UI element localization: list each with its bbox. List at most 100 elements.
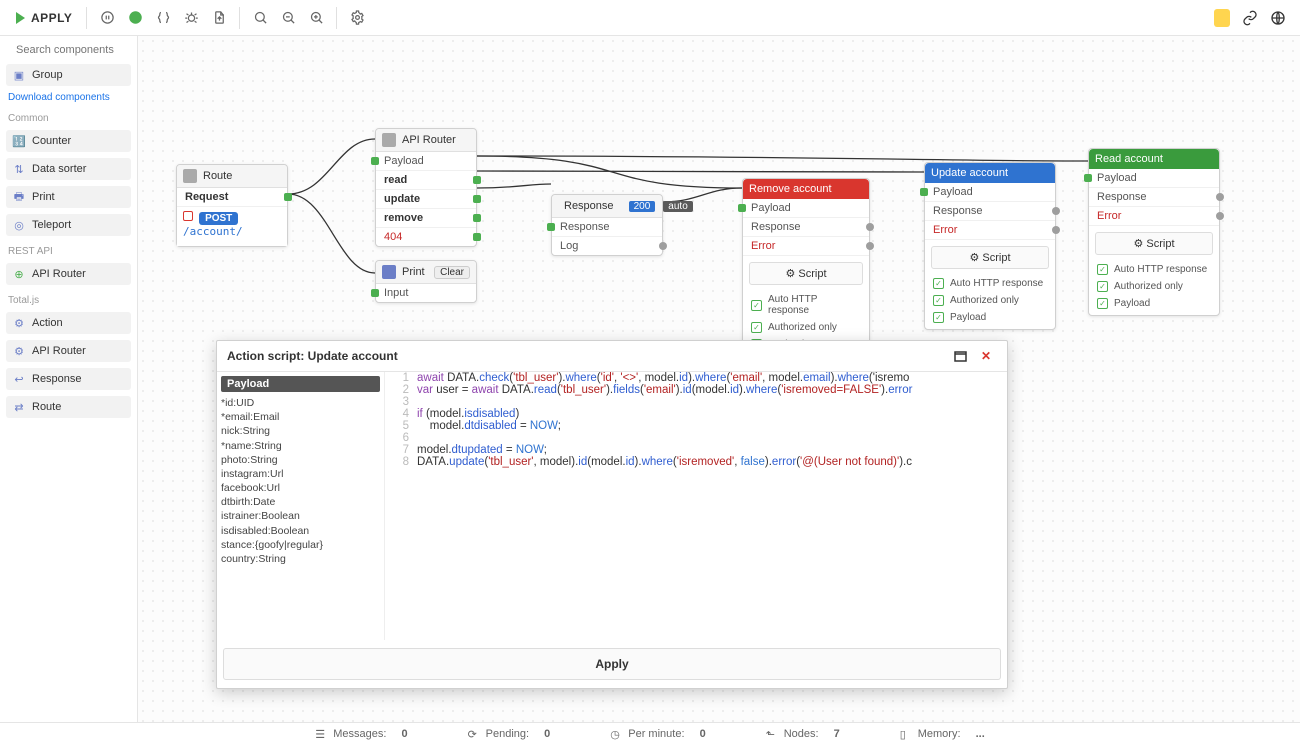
node-row: Response xyxy=(743,218,869,237)
node-row: 404 xyxy=(376,228,476,246)
sidebar-item-route[interactable]: ⇄ Route xyxy=(6,396,131,418)
zoom-fit-icon[interactable] xyxy=(246,4,274,32)
sidebar-item-apirouter2[interactable]: ⚙API Router xyxy=(6,340,131,362)
node-row: Error xyxy=(925,221,1055,240)
node-row: Input xyxy=(376,284,476,302)
sidebar-item-counter[interactable]: 🔢 Counter xyxy=(6,130,131,152)
node-title: Response xyxy=(564,200,614,212)
memory-icon: ▯ xyxy=(900,728,912,740)
sidebar-item-apirouter[interactable]: ⊕ API Router xyxy=(6,263,131,285)
node-row: Request xyxy=(177,188,287,207)
teleport-icon: ◎ xyxy=(12,218,26,232)
link-icon[interactable] xyxy=(1236,4,1264,32)
router-icon xyxy=(382,133,396,147)
sidebar-item-print[interactable]: 🖶Print xyxy=(6,186,131,208)
node-api-router[interactable]: API Router Payload read update remove 40… xyxy=(375,128,477,247)
status-messages: ☰Messages: 0 xyxy=(315,728,407,740)
router-icon: ⊕ xyxy=(12,267,26,281)
sidebar-item-response[interactable]: ↩Response xyxy=(6,368,131,390)
pause-icon[interactable] xyxy=(93,4,121,32)
node-route[interactable]: Route Request POST /account/ xyxy=(176,164,288,247)
clear-button[interactable]: Clear xyxy=(434,266,470,279)
notes-icon[interactable] xyxy=(1208,4,1236,32)
close-icon[interactable]: ✕ xyxy=(975,347,997,365)
settings-icon[interactable] xyxy=(343,4,371,32)
node-row: remove xyxy=(376,209,476,228)
play-icon xyxy=(16,12,25,24)
node-row: Response xyxy=(1089,188,1219,207)
status-perminute: ◷Per minute: 0 xyxy=(610,728,705,740)
node-title: API Router xyxy=(402,134,456,146)
section-title-restapi: REST API xyxy=(8,246,129,257)
check-row: ✓Authorized only xyxy=(1089,278,1219,295)
node-row: read xyxy=(376,171,476,190)
node-row: update xyxy=(376,190,476,209)
status-nodes: ⬑Nodes: 7 xyxy=(766,728,840,740)
search-row xyxy=(6,42,131,58)
section-title-totaljs: Total.js xyxy=(8,295,129,306)
zoom-out-icon[interactable] xyxy=(274,4,302,32)
sidebar-item-label: API Router xyxy=(32,345,86,357)
apply-label: APPLY xyxy=(31,11,72,25)
sidebar-item-action[interactable]: ⚙Action xyxy=(6,312,131,334)
sidebar-item-label: API Router xyxy=(32,268,86,280)
zoom-in-icon[interactable] xyxy=(302,4,330,32)
node-row: Payload xyxy=(376,152,476,171)
script-button[interactable]: ⚙ Script xyxy=(1095,232,1213,255)
node-row: Log xyxy=(552,237,662,255)
status-bar: ☰Messages: 0 ⟳Pending: 0 ◷Per minute: 0 … xyxy=(0,722,1300,744)
sidebar-item-teleport[interactable]: ◎Teleport xyxy=(6,214,131,236)
check-row: ✓Auto HTTP response xyxy=(743,291,869,319)
node-remove-account[interactable]: Remove account Payload Response Error ⚙ … xyxy=(742,178,870,357)
node-update-account[interactable]: Update account Payload Response Error ⚙ … xyxy=(924,162,1056,330)
maximize-icon[interactable] xyxy=(949,347,971,365)
script-button[interactable]: ⚙ Script xyxy=(749,262,863,285)
download-components-link[interactable]: Download components xyxy=(8,92,129,103)
sidebar-item-label: Counter xyxy=(32,135,71,147)
action-icon: ⚙ xyxy=(12,316,26,330)
print-icon: 🖶 xyxy=(12,190,26,204)
node-read-account[interactable]: Read account Payload Response Error ⚙ Sc… xyxy=(1088,148,1220,316)
section-title-common: Common xyxy=(8,113,129,124)
globe-icon[interactable] xyxy=(1264,4,1292,32)
node-print[interactable]: PrintClear Input xyxy=(375,260,477,303)
export-icon[interactable] xyxy=(205,4,233,32)
node-title: Read account xyxy=(1095,153,1163,165)
node-row: Error xyxy=(1089,207,1219,226)
search-input[interactable] xyxy=(16,44,138,56)
sidebar-item-data-sorter[interactable]: ⇅Data sorter xyxy=(6,158,131,180)
route-icon: ⇄ xyxy=(12,400,26,414)
node-title: Update account xyxy=(931,167,1008,179)
action-script-panel: Action script: Update account ✕ Payload … xyxy=(216,340,1008,689)
panel-apply-button[interactable]: Apply xyxy=(223,648,1001,680)
payload-header: Payload xyxy=(221,376,380,392)
check-row: ✓Authorized only xyxy=(743,319,869,336)
counter-icon: 🔢 xyxy=(12,134,26,148)
sidebar-item-label: Response xyxy=(32,373,82,385)
node-title: Route xyxy=(203,170,232,182)
sidebar-item-group[interactable]: ▣ Group xyxy=(6,64,131,86)
braces-icon[interactable] xyxy=(149,4,177,32)
clock-icon: ◷ xyxy=(610,728,622,740)
node-row: Response xyxy=(552,218,662,237)
check-row: ✓Auto HTTP response xyxy=(925,275,1055,292)
node-row: Error xyxy=(743,237,869,256)
sidebar-item-label: Route xyxy=(32,401,61,413)
check-row: ✓Payload xyxy=(1089,295,1219,315)
code-editor[interactable]: 1await DATA.check('tbl_user').where('id'… xyxy=(385,372,1007,640)
node-row: Payload xyxy=(1089,169,1219,188)
node-title: Remove account xyxy=(749,183,832,195)
lock-icon xyxy=(183,211,193,221)
node-response[interactable]: Response 200auto Response Log xyxy=(551,194,663,256)
status-pending: ⟳Pending: 0 xyxy=(468,728,551,740)
method-badge: POST xyxy=(199,212,238,225)
bug-icon[interactable] xyxy=(177,4,205,32)
payload-schema-column: Payload *id:UID *email:Email nick:String… xyxy=(217,372,385,640)
panel-title: Action script: Update account xyxy=(227,349,945,363)
print-icon xyxy=(382,265,396,279)
check-row: ✓Auto HTTP response xyxy=(1089,261,1219,278)
script-button[interactable]: ⚙ Script xyxy=(931,246,1049,269)
apply-button[interactable]: APPLY xyxy=(8,7,80,29)
add-icon[interactable] xyxy=(121,4,149,32)
group-icon: ▣ xyxy=(12,68,26,82)
